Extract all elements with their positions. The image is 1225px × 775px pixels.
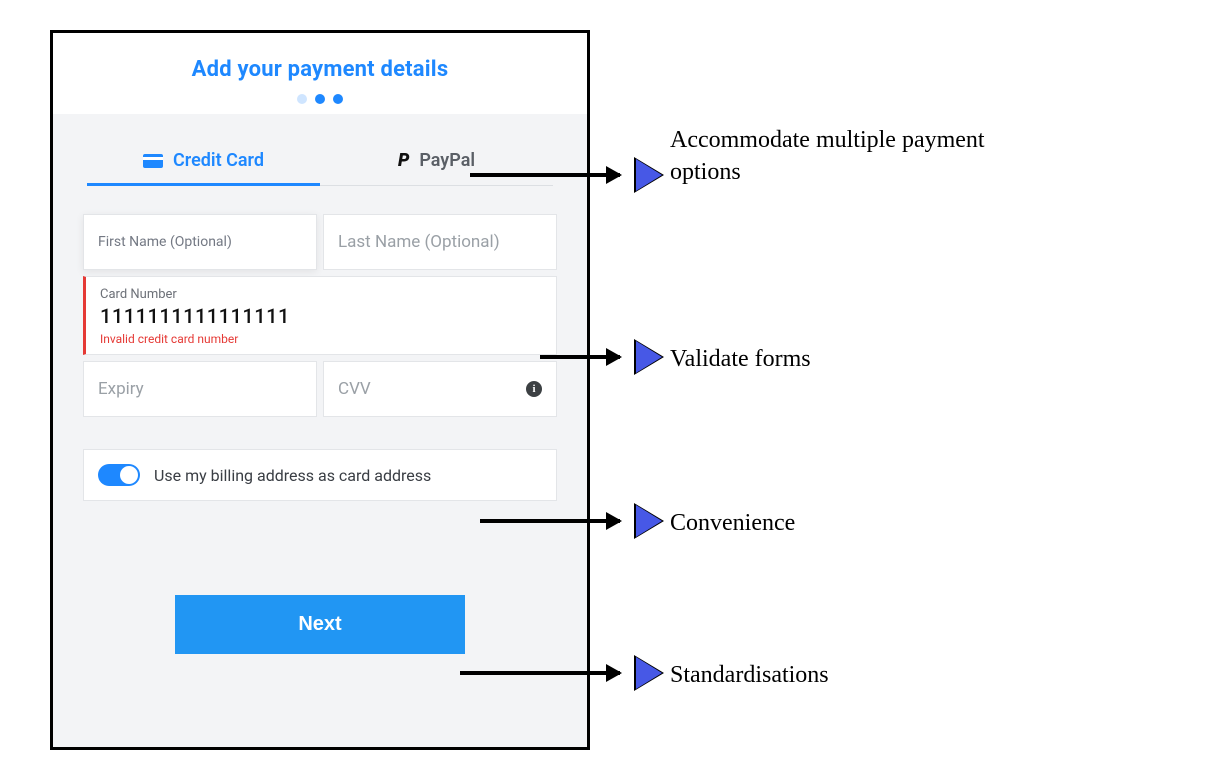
annotation-arrow <box>460 671 620 675</box>
annotation-arrow <box>470 173 620 177</box>
annotation-text: Standardisations <box>670 659 829 691</box>
progress-indicator <box>53 94 587 104</box>
first-name-field[interactable]: First Name (Optional) <box>83 214 317 270</box>
payment-form: First Name (Optional) Last Name (Optiona… <box>83 214 557 501</box>
credit-card-icon <box>143 154 163 168</box>
next-button[interactable]: Next <box>175 595 465 654</box>
annotation-text: Convenience <box>670 507 795 539</box>
annotation-pointer-icon <box>636 341 662 373</box>
annotation-text: Accommodate multiple payment options <box>670 124 1010 189</box>
tab-credit-card[interactable]: Credit Card <box>87 140 320 185</box>
annotation-arrow <box>540 355 620 359</box>
progress-dot <box>297 94 307 104</box>
payment-panel: Add your payment details Credit Card P P… <box>50 30 590 750</box>
payment-method-tabs: Credit Card P PayPal <box>87 140 553 186</box>
panel-body: Credit Card P PayPal First Name (Optiona… <box>53 114 587 747</box>
placeholder-text: Last Name (Optional) <box>338 232 542 252</box>
info-icon[interactable]: i <box>526 381 542 397</box>
placeholder-text: First Name (Optional) <box>98 234 302 250</box>
annotation-pointer-icon <box>636 657 662 689</box>
annotation-pointer-icon <box>636 505 662 537</box>
tab-label: PayPal <box>419 150 475 171</box>
panel-header: Add your payment details <box>53 33 587 114</box>
paypal-icon: P <box>398 150 409 171</box>
tab-label: Credit Card <box>173 150 264 171</box>
action-area: Next <box>83 501 557 747</box>
expiry-field[interactable]: Expiry <box>83 361 317 417</box>
progress-dot <box>315 94 325 104</box>
annotation-pointer-icon <box>636 159 662 191</box>
placeholder-text: Expiry <box>98 379 302 399</box>
annotation-arrow <box>480 519 620 523</box>
toggle-label: Use my billing address as card address <box>154 466 431 485</box>
tab-paypal[interactable]: P PayPal <box>320 140 553 185</box>
page-title: Add your payment details <box>53 57 587 82</box>
annotation-text: Validate forms <box>670 343 811 375</box>
billing-address-toggle[interactable] <box>98 464 140 486</box>
field-label: Card Number <box>100 287 542 302</box>
billing-address-toggle-row: Use my billing address as card address <box>83 449 557 501</box>
card-number-field[interactable]: Card Number 1111111111111111 Invalid cre… <box>83 276 557 355</box>
cvv-field[interactable]: CVV i <box>323 361 557 417</box>
button-label: Next <box>298 613 341 635</box>
error-message: Invalid credit card number <box>100 332 542 346</box>
placeholder-text: CVV <box>338 379 542 399</box>
card-number-value: 1111111111111111 <box>100 304 542 328</box>
progress-dot <box>333 94 343 104</box>
last-name-field[interactable]: Last Name (Optional) <box>323 214 557 270</box>
